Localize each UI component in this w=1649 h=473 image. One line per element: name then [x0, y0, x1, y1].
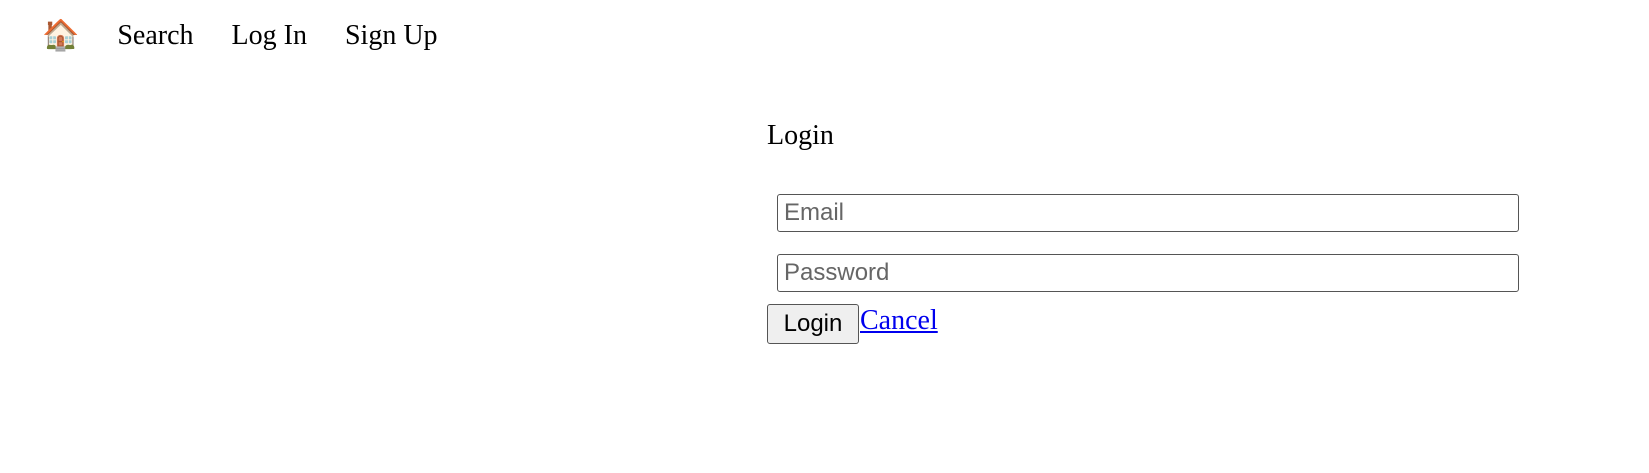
form-title: Login — [767, 120, 834, 151]
nav-signup[interactable]: Sign Up — [345, 20, 438, 52]
top-nav: 🏠 Search Log In Sign Up — [42, 18, 476, 53]
cancel-link[interactable]: Cancel — [860, 305, 938, 337]
nav-login[interactable]: Log In — [232, 20, 307, 52]
home-icon[interactable]: 🏠 — [42, 18, 79, 53]
email-input[interactable] — [777, 194, 1519, 232]
login-button[interactable]: Login — [767, 304, 859, 344]
password-input[interactable] — [777, 254, 1519, 292]
nav-search[interactable]: Search — [117, 20, 193, 52]
